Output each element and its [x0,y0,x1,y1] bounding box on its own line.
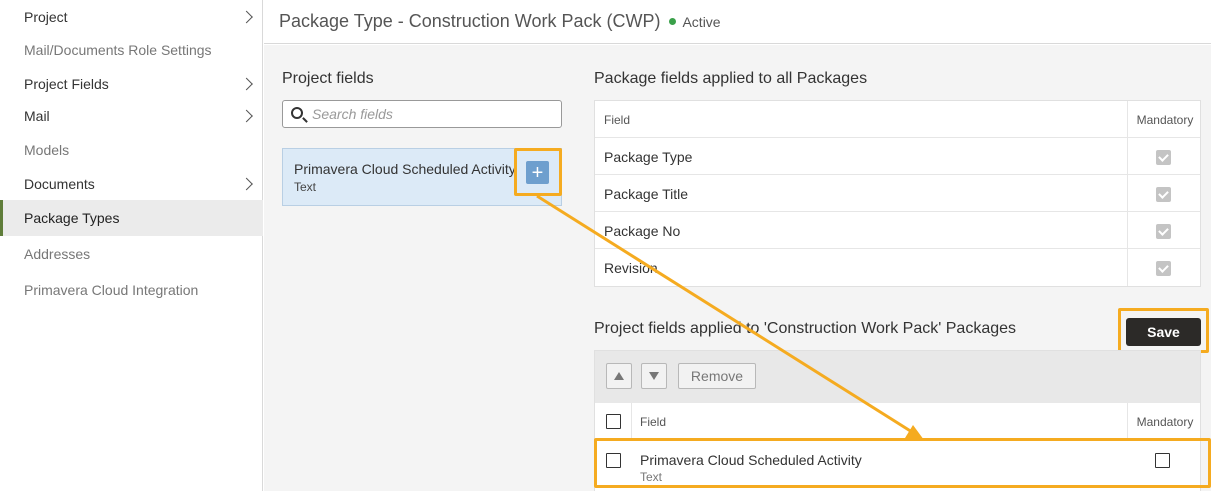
column-header-field: Field [604,112,631,127]
field-name: Package Title [604,185,689,202]
search-box [282,100,562,128]
table-header-row: Field Mandatory [595,403,1200,440]
sidebar-item-label: Mail [24,108,50,124]
column-divider [631,403,632,440]
column-header-mandatory: Mandatory [1136,415,1194,429]
mandatory-checkbox-disabled [1156,224,1171,239]
column-divider [1127,175,1128,212]
status-dot-icon [669,18,677,25]
sidebar-item-package-types[interactable]: Package Types [0,200,263,236]
chevron-right-icon [240,109,253,123]
sidebar-item-project-fields[interactable]: Project Fields [0,67,263,101]
sidebar-item-mail[interactable]: Mail [0,99,263,133]
sidebar-item-label: Package Types [24,210,120,226]
chevron-right-icon [240,77,253,91]
mandatory-checkbox-disabled [1156,261,1171,276]
field-name: Package No [604,222,681,239]
add-button-highlight [514,148,562,196]
sidebar-item-label: Documents [24,176,95,192]
select-all-checkbox[interactable] [606,414,621,429]
remove-button[interactable]: Remove [678,363,756,389]
table-toolbar: Remove [595,351,1200,403]
table-row: Package Type [595,138,1200,175]
status-badge: Active [669,13,721,30]
table-header-row: Field Mandatory [595,101,1200,138]
sidebar-item-mail-documents-role-settings[interactable]: Mail/Documents Role Settings [0,33,263,67]
sidebar-item-addresses[interactable]: Addresses [0,237,263,271]
sidebar-item-primavera-cloud-integration[interactable]: Primavera Cloud Integration [0,273,263,307]
table-row: Primavera Cloud Scheduled Activity Text [595,441,1200,491]
all-packages-table: Field Mandatory Package Type Package Tit… [594,100,1201,287]
table-row: Package Title [595,175,1200,212]
page-header: Package Type - Construction Work Pack (C… [264,0,1211,44]
mandatory-checkbox-disabled [1156,150,1171,165]
field-name: Revision [604,259,658,276]
column-divider [1127,138,1128,175]
column-header-mandatory: Mandatory [1136,112,1194,127]
table-row: Package No [595,212,1200,249]
field-name: Primavera Cloud Scheduled Activity [640,452,862,468]
sidebar-item-label: Primavera Cloud Integration [24,282,199,298]
move-up-button[interactable] [606,363,632,389]
triangle-up-icon [614,372,624,380]
project-fields-title: Project fields [282,70,374,87]
project-field-type: Text [294,180,317,194]
project-field-name: Primavera Cloud Scheduled Activity [294,161,516,177]
sidebar-item-models[interactable]: Models [0,133,263,167]
sidebar-item-label: Addresses [24,246,91,262]
cwp-packages-title: Project fields applied to 'Construction … [594,320,1017,337]
column-divider [1127,212,1128,249]
move-down-button[interactable] [641,363,667,389]
status-label: Active [682,13,721,30]
search-icon [291,107,303,119]
page-title: Package Type - Construction Work Pack (C… [279,11,661,31]
sidebar-item-label: Mail/Documents Role Settings [24,42,212,58]
save-button-highlight [1118,308,1209,353]
sidebar-item-label: Project [24,9,68,25]
all-packages-title: Package fields applied to all Packages [594,70,868,87]
search-input[interactable] [312,104,552,124]
sidebar-item-label: Models [24,142,70,158]
cwp-packages-table: Remove Field Mandatory Primavera Cloud S… [594,350,1201,491]
sidebar-item-label: Project Fields [24,76,109,92]
triangle-down-icon [649,372,659,380]
sidebar: Project Mail/Documents Role Settings Pro… [0,0,263,491]
field-type: Text [640,470,663,484]
table-row: Revision [595,249,1200,286]
sidebar-item-project[interactable]: Project [0,0,263,34]
sidebar-item-documents[interactable]: Documents [0,167,263,201]
column-divider [1127,249,1128,286]
chevron-right-icon [240,10,253,24]
field-name: Package Type [604,148,693,165]
chevron-right-icon [240,177,253,191]
mandatory-checkbox[interactable] [1155,453,1170,468]
mandatory-checkbox-disabled [1156,187,1171,202]
row-select-checkbox[interactable] [606,453,621,468]
column-header-field: Field [640,415,667,429]
